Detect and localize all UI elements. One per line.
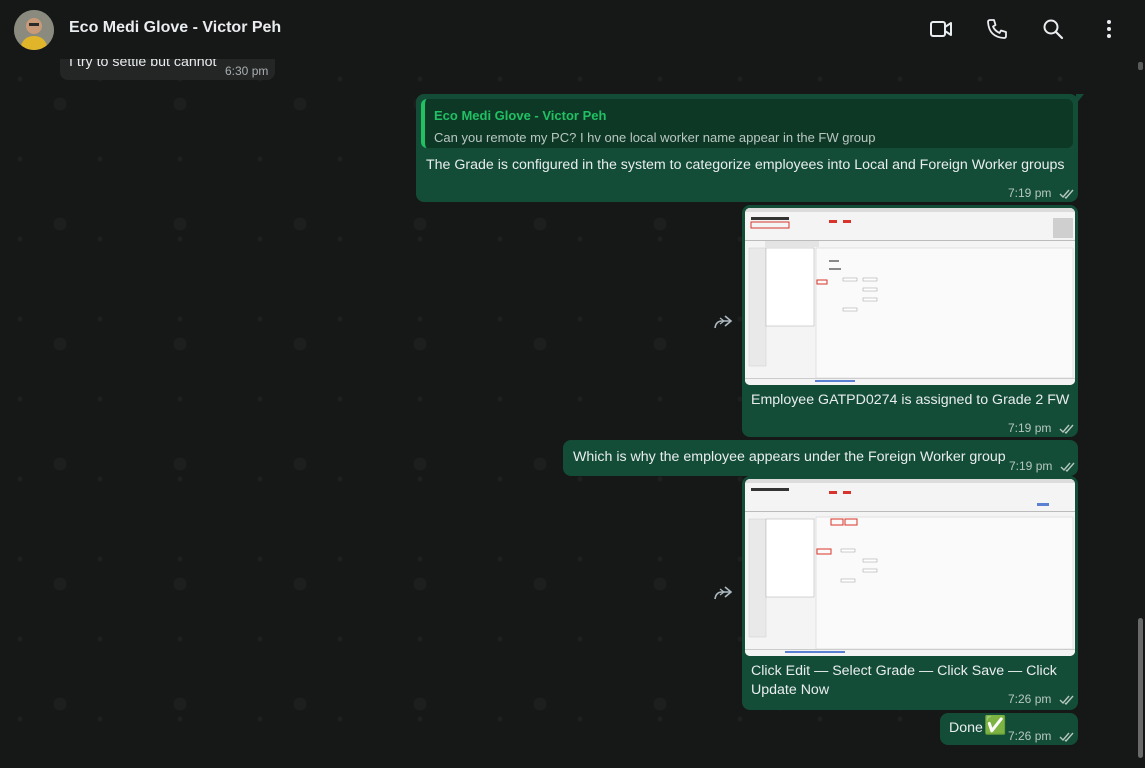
double-check-icon	[1059, 695, 1074, 706]
double-check-icon	[1059, 732, 1074, 743]
screenshot-image[interactable]	[745, 208, 1075, 385]
message-time: 7:19 pm	[1008, 184, 1075, 203]
scrollbar-up-marker[interactable]	[1138, 62, 1143, 70]
double-check-icon	[1059, 424, 1074, 435]
image-caption: Employee GATPD0274 is assigned to Grade …	[751, 392, 1070, 408]
forward-icon[interactable]	[712, 584, 734, 602]
menu-icon[interactable]	[1097, 17, 1121, 41]
message-outgoing[interactable]: Done ✅ 7:26 pm	[940, 713, 1078, 745]
message-outgoing[interactable]: Which is why the employee appears under …	[563, 440, 1078, 476]
message-outgoing-image[interactable]: Click Edit — Select Grade — Click Save —…	[742, 476, 1078, 710]
message-text: I try to settle but cannot	[69, 59, 217, 70]
message-time: 7:26 pm	[1008, 690, 1075, 709]
quoted-sender: Eco Medi Glove - Victor Peh	[434, 108, 607, 123]
employee-form-screenshot	[745, 208, 1075, 385]
voice-call-icon[interactable]	[985, 17, 1009, 41]
message-time: 7:19 pm	[1009, 457, 1076, 476]
forward-icon[interactable]	[712, 313, 734, 331]
screenshot-image[interactable]	[745, 479, 1075, 656]
message-outgoing-image[interactable]: Employee GATPD0274 is assigned to Grade …	[742, 205, 1078, 437]
employee-form-screenshot	[745, 479, 1075, 656]
quoted-text: Can you remote my PC? I hv one local wor…	[434, 130, 876, 145]
avatar-image	[14, 10, 54, 50]
image-caption-line1: Click Edit — Select Grade — Click Save —…	[751, 663, 1057, 679]
image-caption-line2: Update Now	[751, 682, 830, 698]
message-time: 7:19 pm	[1008, 419, 1075, 438]
scrollbar-thumb[interactable]	[1138, 618, 1143, 758]
check-mark-emoji: ✅	[984, 715, 1007, 735]
double-check-icon	[1060, 462, 1075, 473]
message-text: Done	[949, 720, 983, 736]
message-text: The Grade is configured in the system to…	[426, 157, 1065, 173]
search-icon[interactable]	[1041, 17, 1065, 41]
avatar[interactable]	[14, 10, 54, 50]
message-incoming[interactable]: I try to settle but cannot 6:30 pm	[60, 59, 275, 80]
message-time: 6:30 pm	[225, 64, 269, 78]
message-time: 7:26 pm	[1008, 727, 1075, 746]
video-call-icon[interactable]	[929, 17, 953, 41]
message-text: Which is why the employee appears under …	[573, 449, 1006, 465]
contact-name[interactable]: Eco Medi Glove - Victor Peh	[69, 19, 281, 37]
double-check-icon	[1059, 189, 1074, 200]
bubble-tail	[1076, 94, 1084, 104]
chat-header: Eco Medi Glove - Victor Peh	[0, 0, 1145, 59]
chat-area[interactable]: I try to settle but cannot 6:30 pm Eco M…	[0, 59, 1133, 768]
message-outgoing-reply[interactable]: Eco Medi Glove - Victor Peh Can you remo…	[416, 94, 1078, 202]
quoted-message[interactable]: Eco Medi Glove - Victor Peh Can you remo…	[421, 99, 1073, 148]
